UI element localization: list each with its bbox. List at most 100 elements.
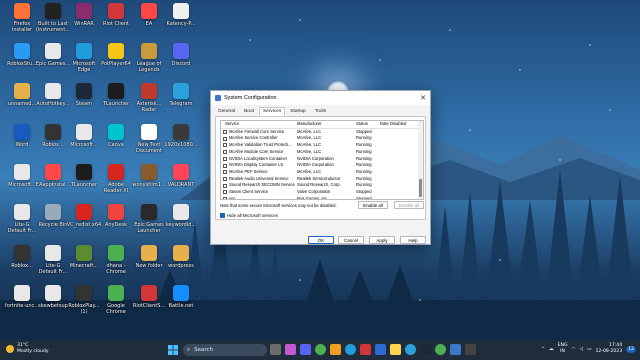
desktop-icon[interactable]: Lite-G Default Fr... [37, 245, 69, 275]
desktop-icon[interactable]: Built to Last (Instrument... [36, 3, 70, 33]
battery-icon[interactable]: ▭ [587, 347, 591, 352]
desktop-icon[interactable]: dhana - Chrome [100, 245, 132, 275]
enable-all-button[interactable]: Enable all [358, 201, 388, 209]
desktop-icon[interactable]: Microsoft Edge [68, 43, 100, 73]
desktop-icon[interactable]: RobloxPlay... (1) [68, 285, 100, 315]
service-row[interactable]: McAfee Module Core Service McAfee, LLC Run… [221, 149, 423, 156]
service-row[interactable]: Steam Client Service Valve Corporation Sto… [221, 189, 423, 196]
disable-all-button[interactable]: Disable all [394, 201, 424, 209]
service-row[interactable]: McAfee Validation Trust Protecti... McAfe… [221, 142, 423, 149]
help-button[interactable]: Help [400, 236, 426, 244]
column-date-disabled[interactable]: Date Disabled [380, 121, 418, 128]
desktop-icon[interactable]: Minecraft... [68, 245, 100, 269]
wifi-icon[interactable]: ◠ [572, 347, 576, 352]
chrome-profile-icon[interactable] [435, 344, 446, 355]
tab-startup[interactable]: Startup [286, 107, 309, 116]
service-row[interactable]: NVIDIA LocalSystem Container NVIDIA Corpo… [221, 156, 423, 163]
service-checkbox[interactable] [223, 190, 227, 195]
desktop-icon[interactable]: Microsoft... [68, 124, 100, 148]
hide-microsoft-services-checkbox[interactable] [220, 213, 225, 218]
desktop-icon[interactable]: TLauncher [68, 164, 100, 188]
service-checkbox[interactable] [223, 156, 227, 161]
desktop-icon[interactable]: wonyshim1... [132, 164, 166, 188]
volume-icon[interactable]: ◁ [580, 347, 584, 352]
notes-icon[interactable] [390, 344, 401, 355]
desktop-icon[interactable]: PotPlayer64 [100, 43, 132, 67]
folder-icon[interactable] [330, 344, 341, 355]
desktop-icon[interactable]: New Text Document [133, 124, 165, 154]
desktop-icon[interactable]: Google Chrome [100, 285, 132, 315]
desktop-icon[interactable]: RiotClientS... [133, 285, 165, 309]
service-row[interactable]: McAfee Firewall Core Service McAfee, LLC S… [221, 129, 423, 136]
app-icon[interactable] [465, 344, 476, 355]
tab-services[interactable]: Services [258, 107, 286, 116]
notification-badge[interactable]: 12 [626, 345, 636, 353]
telegram-icon[interactable] [405, 344, 416, 355]
service-checkbox[interactable] [223, 183, 227, 188]
onedrive-icon[interactable]: ☁ [549, 347, 554, 352]
desktop-icon[interactable]: WinRAR [68, 3, 100, 27]
desktop-icon[interactable]: Telegram [165, 83, 197, 107]
chrome-icon[interactable] [315, 344, 326, 355]
column-manufacturer[interactable]: Manufacturer [297, 121, 356, 128]
desktop-icon[interactable]: VALORANT [165, 164, 197, 188]
desktop-icon[interactable]: League of Legends [133, 43, 165, 73]
desktop-icon[interactable]: Discord [165, 43, 197, 67]
dialog-titlebar[interactable]: System Configuration ✕ [211, 91, 430, 105]
desktop-icon[interactable]: Asterisk... Radar [133, 83, 165, 113]
weather-widget[interactable]: 31°C Mostly cloudy [6, 343, 49, 355]
hide-microsoft-services-option[interactable]: Hide all Microsoft services [220, 213, 278, 218]
service-checkbox[interactable] [223, 176, 227, 181]
scrollbar-thumb[interactable] [419, 179, 422, 197]
service-checkbox[interactable] [223, 163, 227, 168]
desktop-icon[interactable]: Riot Client [100, 3, 132, 27]
apply-button[interactable]: Apply [369, 236, 395, 244]
discord-icon[interactable] [300, 344, 311, 355]
taskbar-search-box[interactable]: ⌕ Search [183, 344, 267, 356]
service-row[interactable]: McAfee PEF Service McAfee, LLC Running [221, 169, 423, 176]
desktop-icon[interactable]: wordpress [165, 245, 197, 269]
windows-start-icon[interactable] [168, 345, 178, 355]
tab-boot[interactable]: Boot [240, 107, 258, 116]
chevron-up-icon[interactable]: ^ [541, 347, 545, 352]
msconfig-taskbar-icon[interactable] [450, 344, 461, 355]
service-checkbox[interactable] [223, 170, 227, 175]
column-service[interactable]: Service [221, 121, 297, 128]
clock[interactable]: 17:44 12-08-2023 [595, 343, 622, 355]
service-row[interactable]: NVIDIA Display Container LS NVIDIA Corpor… [221, 162, 423, 169]
service-checkbox[interactable] [223, 130, 227, 135]
riot-client-icon[interactable] [360, 344, 371, 355]
service-row[interactable]: McAfee Service Controller McAfee, LLC Runn… [221, 135, 423, 142]
desktop-icon[interactable]: New folder [133, 245, 165, 269]
desktop-icon[interactable]: Katency-P... [165, 3, 197, 27]
desktop-icon[interactable]: Adobe Reader XI [100, 164, 132, 194]
services-scrollbar[interactable] [418, 121, 423, 199]
desktop-icon[interactable]: 1920x1080... [164, 124, 198, 148]
column-status[interactable]: Status [356, 121, 380, 128]
desktop-icon[interactable]: TLauncher [100, 83, 132, 107]
desktop-icon[interactable]: VC_redist.x64 [67, 204, 101, 228]
service-checkbox[interactable] [223, 150, 227, 155]
ok-button[interactable]: OK [308, 236, 334, 244]
tab-general[interactable]: General [214, 107, 239, 116]
steam-icon[interactable] [420, 344, 431, 355]
service-row[interactable]: Sound Research SECOMN Service Sound Resea… [221, 182, 423, 189]
store-icon[interactable] [375, 344, 386, 355]
desktop-icon[interactable]: Epic Games Launcher [133, 204, 165, 234]
service-row[interactable]: Realtek Audio Universal Service Realtek S… [221, 176, 423, 183]
tab-tools[interactable]: Tools [311, 107, 330, 116]
desktop-icon[interactable]: EA [133, 3, 165, 27]
close-icon[interactable]: ✕ [420, 94, 426, 102]
desktop-icon[interactable]: Canva [100, 124, 132, 148]
language-indicator[interactable]: ENG IN [558, 343, 568, 355]
edge-icon[interactable] [345, 344, 356, 355]
service-checkbox[interactable] [223, 136, 227, 141]
service-checkbox[interactable] [223, 143, 227, 148]
chat-icon[interactable] [285, 344, 296, 355]
service-row[interactable]: vgc Riot Games, Inc. Stopped [221, 196, 423, 199]
file-explorer-icon[interactable] [270, 344, 281, 355]
cancel-button[interactable]: Cancel [338, 236, 364, 244]
desktop-icon[interactable]: AnyDesk [100, 204, 132, 228]
service-checkbox[interactable] [223, 197, 227, 199]
desktop-icon[interactable]: Battle.net [165, 285, 197, 309]
